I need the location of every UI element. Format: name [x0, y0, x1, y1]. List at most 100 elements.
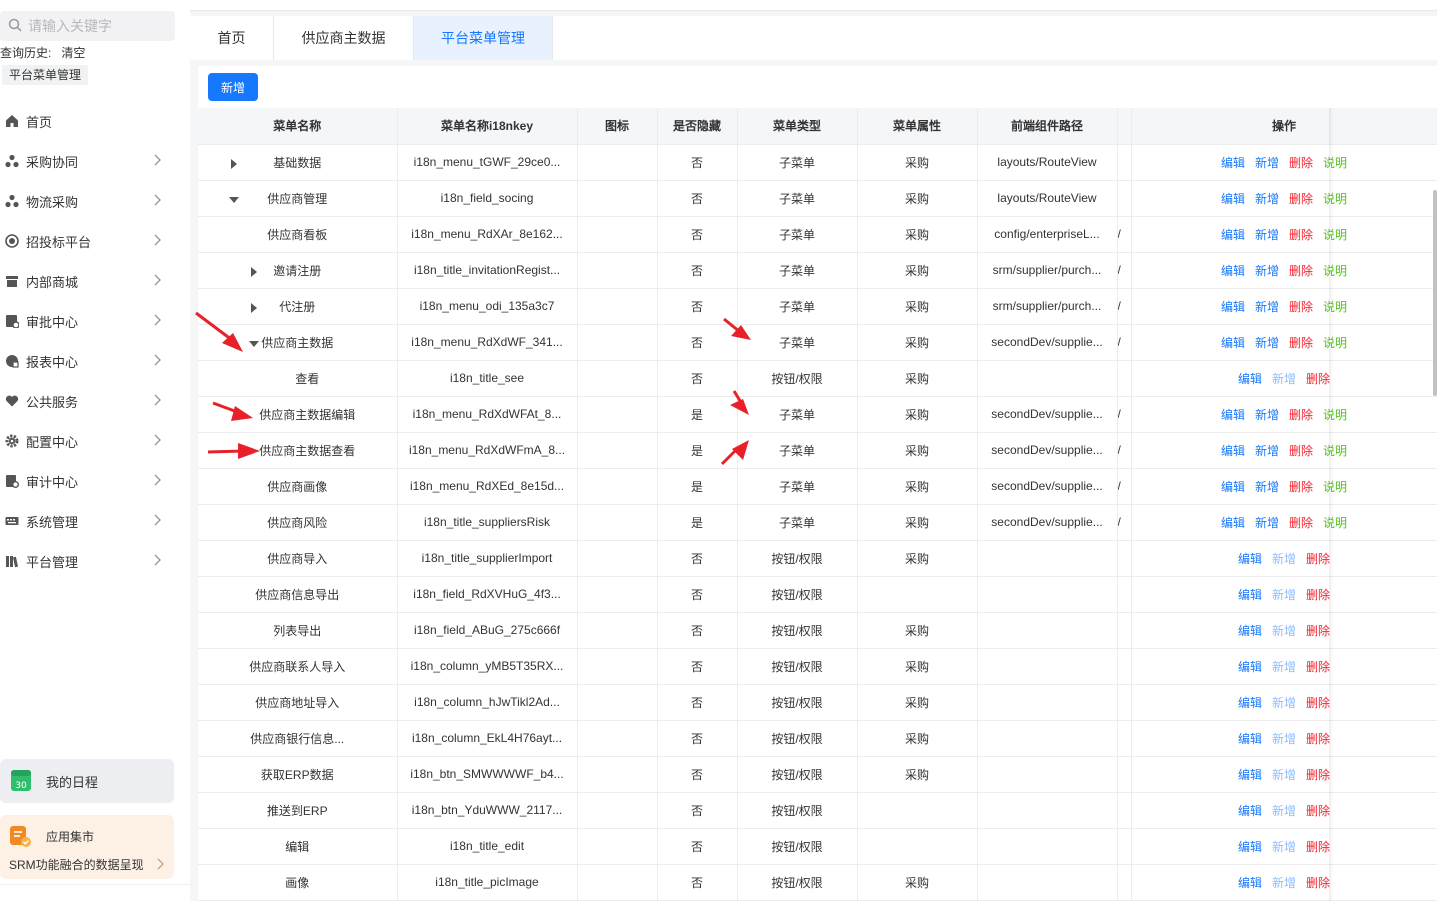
table-row[interactable]: 基础数据 i18n_menu_tGWF_29ce0... 否子菜单 采购 layouts… [198, 144, 1437, 181]
description-link[interactable]: 说明 [1323, 480, 1347, 494]
delete-link[interactable]: 删除 [1306, 768, 1330, 782]
edit-link[interactable]: 编辑 [1238, 840, 1262, 854]
delete-link[interactable]: 删除 [1289, 192, 1313, 206]
schedule-card[interactable]: 30 我的日程 [0, 759, 174, 803]
edit-link[interactable]: 编辑 [1221, 336, 1245, 350]
add-child-link[interactable]: 新增 [1272, 696, 1296, 710]
caret-down-icon[interactable] [249, 340, 259, 347]
delete-link[interactable]: 删除 [1306, 696, 1330, 710]
edit-link[interactable]: 编辑 [1238, 624, 1262, 638]
description-link[interactable]: 说明 [1323, 336, 1347, 350]
search-input[interactable] [28, 18, 168, 34]
tab-supplier-master-data[interactable]: 供应商主数据 [274, 16, 414, 60]
search-box[interactable] [0, 11, 175, 41]
add-child-link[interactable]: 新增 [1272, 660, 1296, 674]
delete-link[interactable]: 删除 [1289, 336, 1313, 350]
caret-right-icon[interactable] [231, 158, 237, 169]
delete-link[interactable]: 删除 [1289, 480, 1313, 494]
add-child-link[interactable]: 新增 [1272, 732, 1296, 746]
caret-down-icon[interactable] [229, 196, 239, 203]
table-row[interactable]: 获取ERP数据 i18n_btn_SMWWWWF_b4... 否按钮/权限 采购 编辑新… [198, 756, 1437, 793]
edit-link[interactable]: 编辑 [1238, 876, 1262, 890]
delete-link[interactable]: 删除 [1306, 732, 1330, 746]
edit-link[interactable]: 编辑 [1221, 192, 1245, 206]
add-child-link[interactable]: 新增 [1272, 804, 1296, 818]
delete-link[interactable]: 删除 [1306, 552, 1330, 566]
edit-link[interactable]: 编辑 [1238, 660, 1262, 674]
sidebar-item-7[interactable]: 公共服务 [0, 381, 190, 421]
sidebar-item-2[interactable]: 物流采购 [0, 181, 190, 221]
table-row[interactable]: 供应商地址导入 i18n_column_hJwTikl2Ad... 否按钮/权限 采购… [198, 684, 1437, 721]
sidebar-item-5[interactable]: 审批中心 [0, 301, 190, 341]
add-child-link[interactable]: 新增 [1272, 840, 1296, 854]
description-link[interactable]: 说明 [1323, 408, 1347, 422]
add-child-link[interactable]: 新增 [1255, 228, 1279, 242]
table-row[interactable]: 供应商管理 i18n_field_socing 否子菜单 采购 layouts/Rout… [198, 180, 1437, 217]
sidebar-item-3[interactable]: 招投标平台 [0, 221, 190, 261]
edit-link[interactable]: 编辑 [1221, 300, 1245, 314]
edit-link[interactable]: 编辑 [1221, 156, 1245, 170]
add-child-link[interactable]: 新增 [1255, 156, 1279, 170]
delete-link[interactable]: 删除 [1289, 408, 1313, 422]
delete-link[interactable]: 删除 [1289, 444, 1313, 458]
edit-link[interactable]: 编辑 [1238, 696, 1262, 710]
add-child-link[interactable]: 新增 [1255, 192, 1279, 206]
description-link[interactable]: 说明 [1323, 300, 1347, 314]
sidebar-item-10[interactable]: 系统管理 [0, 501, 190, 541]
description-link[interactable]: 说明 [1323, 444, 1347, 458]
add-button[interactable]: 新增 [208, 73, 258, 101]
edit-link[interactable]: 编辑 [1221, 264, 1245, 278]
table-row[interactable]: 列表导出 i18n_field_ABuG_275c666f 否按钮/权限 采购 编辑 新增… [198, 612, 1437, 649]
edit-link[interactable]: 编辑 [1238, 588, 1262, 602]
app-market-card[interactable]: 应用集市 SRM功能融合的数据呈现 [0, 815, 174, 879]
sidebar-item-9[interactable]: 审计中心 [0, 461, 190, 501]
delete-link[interactable]: 删除 [1306, 804, 1330, 818]
edit-link[interactable]: 编辑 [1238, 804, 1262, 818]
description-link[interactable]: 说明 [1323, 516, 1347, 530]
table-row[interactable]: 代注册 i18n_menu_odi_135a3c7 否子菜单 采购 srm/suppli… [198, 288, 1437, 325]
history-tag[interactable]: 平台菜单管理 [2, 65, 89, 85]
table-row[interactable]: 供应商主数据 i18n_menu_RdXdWF_341... 否子菜单 采购 secon… [198, 324, 1437, 361]
caret-right-icon[interactable] [251, 266, 257, 277]
edit-link[interactable]: 编辑 [1238, 732, 1262, 746]
table-row[interactable]: 画像 i18n_title_picImage 否按钮/权限 采购 编辑 新增 删除 [198, 864, 1437, 901]
table-row[interactable]: 供应商看板 i18n_menu_RdXAr_8e162... 否子菜单 采购 confi… [198, 216, 1437, 253]
table-row[interactable]: 邀请注册 i18n_title_invitationRegist... 否子菜单 采购… [198, 252, 1437, 289]
add-child-link[interactable]: 新增 [1255, 336, 1279, 350]
add-child-link[interactable]: 新增 [1272, 624, 1296, 638]
delete-link[interactable]: 删除 [1289, 264, 1313, 278]
table-row[interactable]: 供应商画像 i18n_menu_RdXEd_8e15d... 是子菜单 采购 secon… [198, 468, 1437, 505]
edit-link[interactable]: 编辑 [1221, 408, 1245, 422]
add-child-link[interactable]: 新增 [1272, 768, 1296, 782]
add-child-link[interactable]: 新增 [1272, 552, 1296, 566]
description-link[interactable]: 说明 [1323, 192, 1347, 206]
tab-platform-menu-management[interactable]: 平台菜单管理 [414, 16, 553, 60]
table-row[interactable]: 推送到ERP i18n_btn_YduWWW_2117... 否按钮/权限 编辑 新增删… [198, 792, 1437, 829]
add-child-link[interactable]: 新增 [1255, 444, 1279, 458]
caret-right-icon[interactable] [251, 302, 257, 313]
table-row[interactable]: 供应商主数据编辑 i18n_menu_RdXdWFAt_8... 是子菜单 采购 sec… [198, 396, 1437, 433]
add-child-link[interactable]: 新增 [1272, 372, 1296, 386]
edit-link[interactable]: 编辑 [1221, 480, 1245, 494]
edit-link[interactable]: 编辑 [1221, 516, 1245, 530]
delete-link[interactable]: 删除 [1289, 156, 1313, 170]
add-child-link[interactable]: 新增 [1255, 300, 1279, 314]
delete-link[interactable]: 删除 [1289, 300, 1313, 314]
table-row[interactable]: 查看 i18n_title_see 否按钮/权限 采购 编辑 新增 删除 [198, 360, 1437, 397]
delete-link[interactable]: 删除 [1306, 660, 1330, 674]
add-child-link[interactable]: 新增 [1272, 876, 1296, 890]
sidebar-item-11[interactable]: 平台管理 [0, 541, 190, 581]
add-child-link[interactable]: 新增 [1255, 264, 1279, 278]
description-link[interactable]: 说明 [1323, 228, 1347, 242]
add-child-link[interactable]: 新增 [1255, 408, 1279, 422]
table-row[interactable]: 供应商银行信息... i18n_column_EkL4H76ayt... 否按钮/权… [198, 720, 1437, 757]
add-child-link[interactable]: 新增 [1255, 480, 1279, 494]
table-row[interactable]: 供应商联系人导入 i18n_column_yMB5T35RX... 否按钮/权限 采购… [198, 648, 1437, 685]
edit-link[interactable]: 编辑 [1238, 768, 1262, 782]
add-child-link[interactable]: 新增 [1272, 588, 1296, 602]
description-link[interactable]: 说明 [1323, 156, 1347, 170]
sidebar-item-6[interactable]: 报表中心 [0, 341, 190, 381]
delete-link[interactable]: 删除 [1306, 588, 1330, 602]
delete-link[interactable]: 删除 [1306, 876, 1330, 890]
sidebar-item-0[interactable]: 首页 [0, 101, 190, 141]
